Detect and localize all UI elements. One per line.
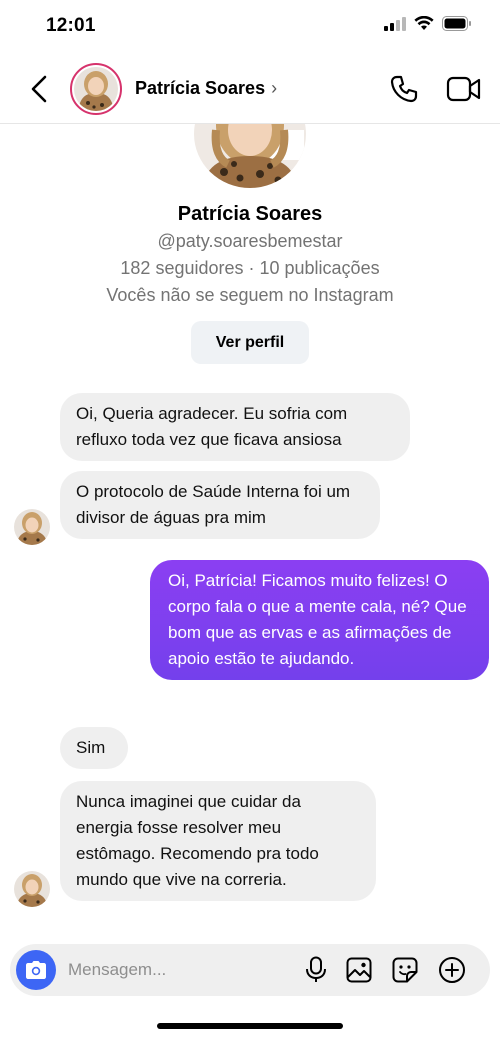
sticker-icon <box>392 957 418 983</box>
message-text: Oi, Queria agradecer. Eu sofria com refl… <box>76 404 348 449</box>
status-bar: 12:01 <box>0 0 500 54</box>
message-bubble-incoming[interactable]: Nunca imaginei que cuidar da energia fos… <box>60 781 376 901</box>
avatar-photo <box>74 67 118 111</box>
avatar-photo <box>14 871 50 907</box>
signal-icon <box>384 16 406 31</box>
message-input[interactable] <box>68 957 288 983</box>
plus-circle-icon <box>439 957 465 983</box>
sticker-button[interactable] <box>391 956 419 984</box>
back-arrow-icon <box>31 75 47 103</box>
wifi-icon <box>414 16 434 30</box>
header-avatar[interactable] <box>70 63 122 115</box>
chat-header: Patrícia Soares › <box>0 54 500 124</box>
phone-icon <box>390 75 418 103</box>
microphone-icon <box>306 956 326 982</box>
avatar-photo <box>14 509 50 545</box>
message-bubble-incoming[interactable]: Sim <box>60 727 128 769</box>
view-profile-button[interactable]: Ver perfil <box>191 321 309 364</box>
gallery-icon <box>346 957 372 983</box>
message-text: O protocolo de Saúde Interna foi um divi… <box>76 482 351 527</box>
profile-stats: 182 seguidores · 10 publicações <box>120 258 380 278</box>
message-bubble-incoming[interactable]: Oi, Queria agradecer. Eu sofria com refl… <box>60 393 410 461</box>
status-icons <box>384 16 472 31</box>
video-call-button[interactable] <box>446 74 482 104</box>
profile-handle: @paty.soaresbemestar <box>157 231 343 251</box>
message-bubble-incoming[interactable]: O protocolo de Saúde Interna foi um divi… <box>60 471 380 539</box>
message-text: Sim <box>76 738 106 757</box>
profile-name: Patrícia Soares <box>177 203 323 225</box>
camera-button[interactable] <box>16 950 56 990</box>
follow-status: Vocês não se seguem no Instagram <box>106 285 394 305</box>
video-icon <box>446 76 481 102</box>
message-bubble-outgoing[interactable]: Oi, Patrícia! Ficamos muito felizes! O c… <box>150 560 489 680</box>
message-composer <box>10 944 490 996</box>
chevron-right-icon: › <box>271 78 278 98</box>
gallery-button[interactable] <box>345 956 373 984</box>
message-text: Oi, Patrícia! Ficamos muito felizes! O c… <box>168 571 467 668</box>
camera-icon <box>26 961 46 979</box>
microphone-button[interactable] <box>302 956 330 984</box>
contact-name-text: Patrícia Soares <box>135 78 266 98</box>
back-button[interactable] <box>24 74 54 104</box>
home-indicator[interactable] <box>157 1023 343 1029</box>
sender-avatar[interactable] <box>14 509 50 545</box>
battery-icon <box>442 16 471 31</box>
call-button[interactable] <box>388 73 420 105</box>
add-button[interactable] <box>438 956 466 984</box>
status-time: 12:01 <box>46 15 96 36</box>
message-text: Nunca imaginei que cuidar da energia fos… <box>76 792 319 889</box>
header-contact-name[interactable]: Patrícia Soares › <box>135 78 277 99</box>
sender-avatar[interactable] <box>14 871 50 907</box>
